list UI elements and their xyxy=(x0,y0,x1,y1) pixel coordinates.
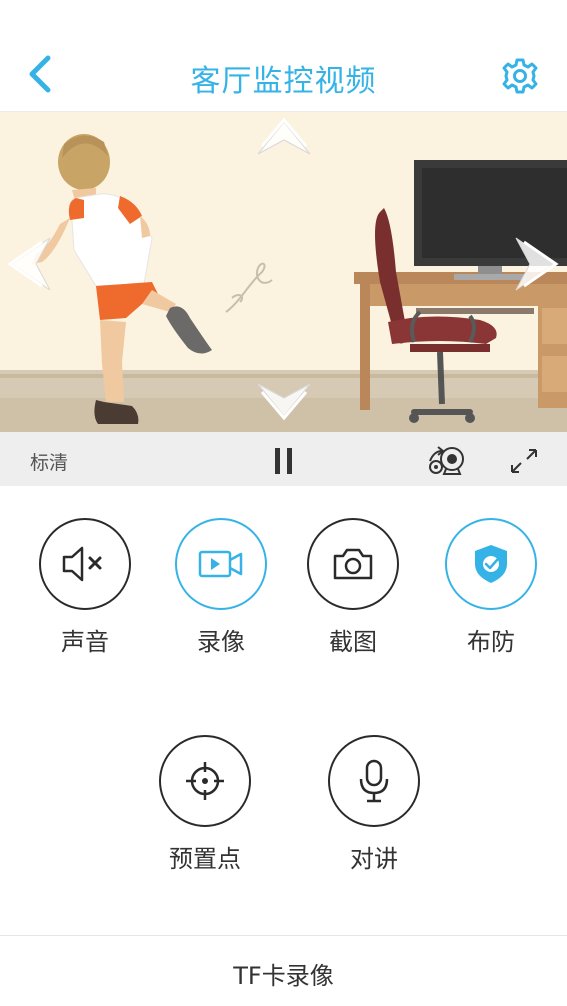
record-button[interactable]: 录像 xyxy=(156,518,286,657)
intercom-button[interactable]: 对讲 xyxy=(309,735,439,874)
screenshot-circle xyxy=(307,518,399,610)
preset-circle xyxy=(159,735,251,827)
gear-icon xyxy=(502,58,538,94)
settings-button[interactable] xyxy=(498,54,542,98)
record-label: 录像 xyxy=(197,628,245,656)
pan-left-arrow[interactable] xyxy=(6,234,56,294)
pause-button[interactable] xyxy=(272,446,296,476)
arm-circle xyxy=(445,518,537,610)
record-circle xyxy=(175,518,267,610)
quality-selector[interactable]: 标清 xyxy=(30,448,68,475)
pan-down-arrow[interactable] xyxy=(254,378,314,422)
fullscreen-icon xyxy=(511,449,537,473)
sound-label: 声音 xyxy=(61,628,109,656)
microphone-icon xyxy=(359,759,389,803)
fullscreen-button[interactable] xyxy=(508,446,540,476)
camera-icon xyxy=(333,548,373,580)
arm-label: 布防 xyxy=(467,628,515,656)
screenshot-button[interactable]: 截图 xyxy=(288,518,418,657)
video-feed[interactable] xyxy=(0,112,567,432)
camera-switch-button[interactable] xyxy=(428,441,468,477)
screenshot-label: 截图 xyxy=(329,628,377,656)
preset-label: 预置点 xyxy=(169,845,241,873)
shield-check-icon xyxy=(475,545,507,583)
sound-button[interactable]: 声音 xyxy=(20,518,150,657)
pan-right-arrow[interactable] xyxy=(510,234,560,294)
sound-muted-icon xyxy=(62,546,102,582)
intercom-circle xyxy=(328,735,420,827)
page-title: 客厅监控视频 xyxy=(190,64,377,99)
arm-button[interactable]: 布防 xyxy=(426,518,556,657)
pause-icon xyxy=(275,448,292,474)
preset-button[interactable]: 预置点 xyxy=(140,735,270,874)
camera-switch-icon xyxy=(429,446,464,475)
tf-record-button[interactable]: TF卡录像 xyxy=(0,956,567,991)
intercom-label: 对讲 xyxy=(350,845,398,873)
footer-divider xyxy=(0,935,567,936)
sound-circle xyxy=(39,518,131,610)
top-bar: 客厅监控视频 xyxy=(0,0,567,112)
video-record-icon xyxy=(198,550,243,578)
crosshair-icon xyxy=(186,762,224,800)
pan-up-arrow[interactable] xyxy=(254,116,314,160)
